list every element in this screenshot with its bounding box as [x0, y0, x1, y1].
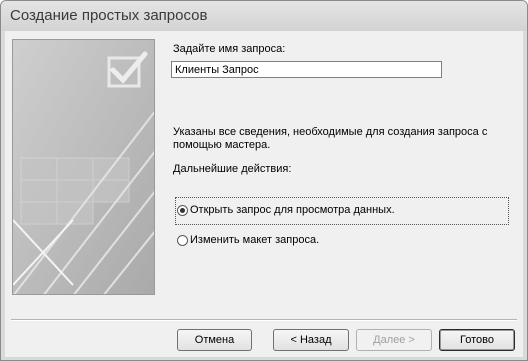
window-title: Создание простых запросов	[10, 7, 208, 24]
back-button[interactable]: < Назад	[273, 329, 349, 351]
query-name-label: Задайте имя запроса:	[173, 43, 286, 55]
query-name-field[interactable]	[171, 61, 442, 78]
dialog-content: Задайте имя запроса: Указаны все сведени…	[5, 31, 523, 357]
title-bar[interactable]: Создание простых запросов	[1, 1, 527, 31]
cancel-button[interactable]: Отмена	[177, 329, 252, 351]
finish-button[interactable]: Готово	[439, 329, 515, 351]
radio-modify-design[interactable]: Изменить макет запроса.	[177, 234, 319, 246]
wizard-dialog: Создание простых запросов Задайте имя за…	[0, 0, 528, 361]
radio-open-query[interactable]: Открыть запрос для просмотра данных.	[177, 204, 395, 216]
next-actions-label: Дальнейшие действия:	[173, 163, 292, 175]
next-button[interactable]: Далее >	[356, 329, 432, 351]
radio-selected-icon[interactable]	[177, 204, 188, 216]
radio-modify-design-label: Изменить макет запроса.	[190, 234, 320, 246]
wizard-illustration-icon	[12, 39, 155, 295]
info-text: Указаны все сведения, необходимые для со…	[173, 126, 488, 151]
radio-open-query-label: Открыть запрос для просмотра данных.	[190, 204, 395, 216]
button-separator	[11, 319, 517, 321]
radio-unselected-icon[interactable]	[177, 234, 188, 246]
